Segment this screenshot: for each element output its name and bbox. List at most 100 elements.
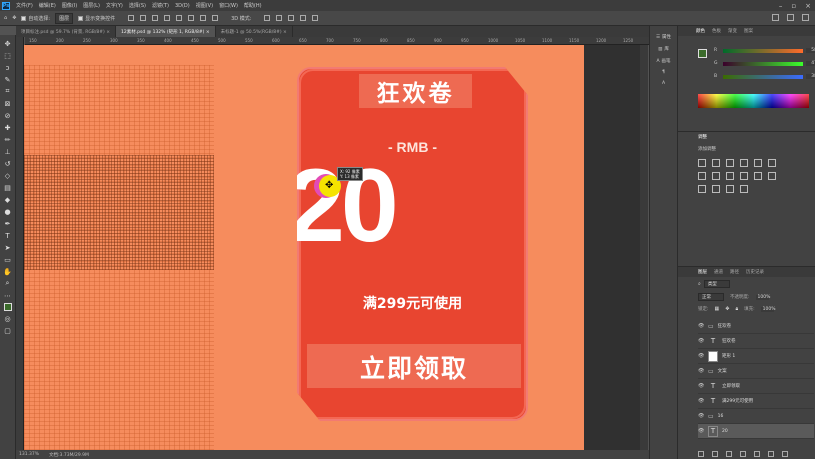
tab-channels[interactable]: 通道 xyxy=(714,269,723,275)
3d-roll-icon[interactable] xyxy=(276,15,283,21)
maximize-icon[interactable]: ▫ xyxy=(791,2,796,10)
lock-position-icon[interactable]: ✥ xyxy=(725,306,729,312)
menu-edit[interactable]: 编辑(E) xyxy=(36,2,59,9)
character-strip-item[interactable]: A xyxy=(662,81,665,86)
vibrance-icon[interactable] xyxy=(754,159,762,167)
lock-pixels-icon[interactable]: ▦ xyxy=(715,306,720,312)
properties-strip-item[interactable]: ☰ 属性 xyxy=(656,34,671,41)
distribute-icon[interactable] xyxy=(200,15,207,21)
posterize-icon[interactable] xyxy=(698,185,706,193)
bw-icon[interactable] xyxy=(712,172,720,180)
eye-icon[interactable]: 👁︎ xyxy=(698,383,704,389)
eye-icon[interactable]: 👁︎ xyxy=(698,353,704,359)
claim-button[interactable]: 立即领取 xyxy=(339,348,489,386)
canvas-area[interactable]: 狂欢卷 - RMB - 20 满299元可使用 立即领取 ✥ X: 92 像素 … xyxy=(24,45,648,450)
eye-icon[interactable]: 👁︎ xyxy=(698,398,704,404)
tab-color[interactable]: 颜色 xyxy=(696,28,705,34)
share-icon[interactable] xyxy=(802,14,809,21)
blend-mode-select[interactable]: 正常 xyxy=(698,293,724,301)
adjustments-title[interactable]: 调整 xyxy=(698,134,707,140)
dodge-tool-icon[interactable]: ● xyxy=(3,207,12,216)
move-tool-icon[interactable]: ✥ xyxy=(3,39,12,48)
new-group-icon[interactable] xyxy=(754,451,760,457)
layer-row[interactable]: 👁︎ T 满299元可使用 xyxy=(698,394,814,409)
layer-row[interactable]: 👁︎ T 狂欢卷 xyxy=(698,334,814,349)
blur-tool-icon[interactable]: ◆ xyxy=(3,195,12,204)
color-balance-icon[interactable] xyxy=(698,172,706,180)
fx-icon[interactable] xyxy=(712,451,718,457)
layer-row[interactable]: 👁︎ 矩形 1 xyxy=(698,349,814,364)
gradient-map-icon[interactable] xyxy=(726,185,734,193)
coupon-card[interactable]: 狂欢卷 - RMB - 20 满299元可使用 立即领取 xyxy=(297,67,528,421)
layer-row[interactable]: 👁︎ T 立即领取 xyxy=(698,379,814,394)
history-brush-icon[interactable]: ↺ xyxy=(3,159,12,168)
tab-swatches[interactable]: 色板 xyxy=(712,28,721,34)
3d-scale-icon[interactable] xyxy=(312,15,319,21)
channel-mixer-icon[interactable] xyxy=(740,172,748,180)
zoom-tool-icon[interactable]: ⌕ xyxy=(3,279,12,288)
eye-icon[interactable]: 👁︎ xyxy=(698,428,704,434)
opacity-value[interactable]: 100% xyxy=(755,294,770,300)
eye-icon[interactable]: 👁︎ xyxy=(698,368,704,374)
link-layers-icon[interactable] xyxy=(698,451,704,457)
minimize-icon[interactable]: – xyxy=(779,2,783,10)
frame-tool-icon[interactable]: ⊠ xyxy=(3,99,12,108)
search-icon[interactable] xyxy=(772,14,779,21)
path-select-icon[interactable]: ➤ xyxy=(3,243,12,252)
color-spectrum[interactable] xyxy=(698,94,809,108)
eye-icon[interactable]: 👁︎ xyxy=(698,323,704,329)
fill-value[interactable]: 100% xyxy=(760,306,776,312)
tab-history[interactable]: 历史记录 xyxy=(746,269,764,275)
add-mask-icon[interactable] xyxy=(726,451,732,457)
eye-icon[interactable]: 👁︎ xyxy=(698,338,704,344)
eye-icon[interactable]: 👁︎ xyxy=(698,413,704,419)
menu-help[interactable]: 帮助(H) xyxy=(241,2,265,9)
move-tool-icon[interactable]: ✥ xyxy=(12,15,16,21)
eyedropper-icon[interactable]: ⊘ xyxy=(3,111,12,120)
zoom-level[interactable]: 131.37% xyxy=(19,452,39,457)
curves-icon[interactable] xyxy=(726,159,734,167)
trash-icon[interactable] xyxy=(782,451,788,457)
tab-patterns[interactable]: 图案 xyxy=(744,28,753,34)
eraser-icon[interactable]: ◇ xyxy=(3,171,12,180)
layer-row[interactable]: 👁︎ ▭ 16 xyxy=(698,409,814,424)
brush-tool-icon[interactable]: ✏ xyxy=(3,135,12,144)
g-value[interactable]: 47 xyxy=(806,61,815,66)
pen-tool-icon[interactable]: ✒ xyxy=(3,219,12,228)
type-tool-icon[interactable]: T xyxy=(3,231,12,240)
libraries-strip-item[interactable]: ▥ 库 xyxy=(658,46,669,53)
tab-gradients[interactable]: 渐变 xyxy=(728,28,737,34)
crop-tool-icon[interactable]: ⌗ xyxy=(3,87,12,96)
align-middle-icon[interactable] xyxy=(176,15,183,21)
r-value[interactable]: 58 xyxy=(806,48,815,53)
auto-select-dropdown[interactable]: 图层 xyxy=(55,12,74,24)
layer-row-selected[interactable]: 👁︎ T 20 xyxy=(698,424,814,439)
lasso-tool-icon[interactable]: ↄ xyxy=(3,63,12,72)
menu-3d[interactable]: 3D(D) xyxy=(172,3,193,9)
hue-icon[interactable] xyxy=(768,159,776,167)
lock-all-icon[interactable]: 🔒︎ xyxy=(735,306,738,312)
clone-stamp-icon[interactable]: ⊥ xyxy=(3,147,12,156)
shape-tool-icon[interactable]: ▭ xyxy=(3,255,12,264)
menu-type[interactable]: 文字(Y) xyxy=(103,2,126,9)
workspace-icon[interactable] xyxy=(787,14,794,21)
brightness-icon[interactable] xyxy=(698,159,706,167)
photo-filter-icon[interactable] xyxy=(726,172,734,180)
menu-image[interactable]: 图像(I) xyxy=(59,2,80,9)
canvas-scrollbar[interactable] xyxy=(640,45,648,450)
menu-window[interactable]: 窗口(W) xyxy=(216,2,241,9)
b-value[interactable]: 38 xyxy=(806,74,815,79)
distribute-v-icon[interactable] xyxy=(212,15,219,21)
menu-select[interactable]: 选择(S) xyxy=(126,2,149,9)
3d-slide-icon[interactable] xyxy=(300,15,307,21)
align-left-icon[interactable] xyxy=(128,15,135,21)
align-right-icon[interactable] xyxy=(152,15,159,21)
g-slider[interactable] xyxy=(723,61,803,66)
tab-document-3[interactable]: 未标题-1 @ 50.5%(RGB/8#) × xyxy=(216,26,293,37)
color-lookup-icon[interactable] xyxy=(754,172,762,180)
align-top-icon[interactable] xyxy=(164,15,171,21)
menu-view[interactable]: 视图(V) xyxy=(193,2,216,9)
tab-paths[interactable]: 路径 xyxy=(730,269,739,275)
home-icon[interactable]: ⌂ xyxy=(4,15,7,21)
3d-rotate-icon[interactable] xyxy=(264,15,271,21)
